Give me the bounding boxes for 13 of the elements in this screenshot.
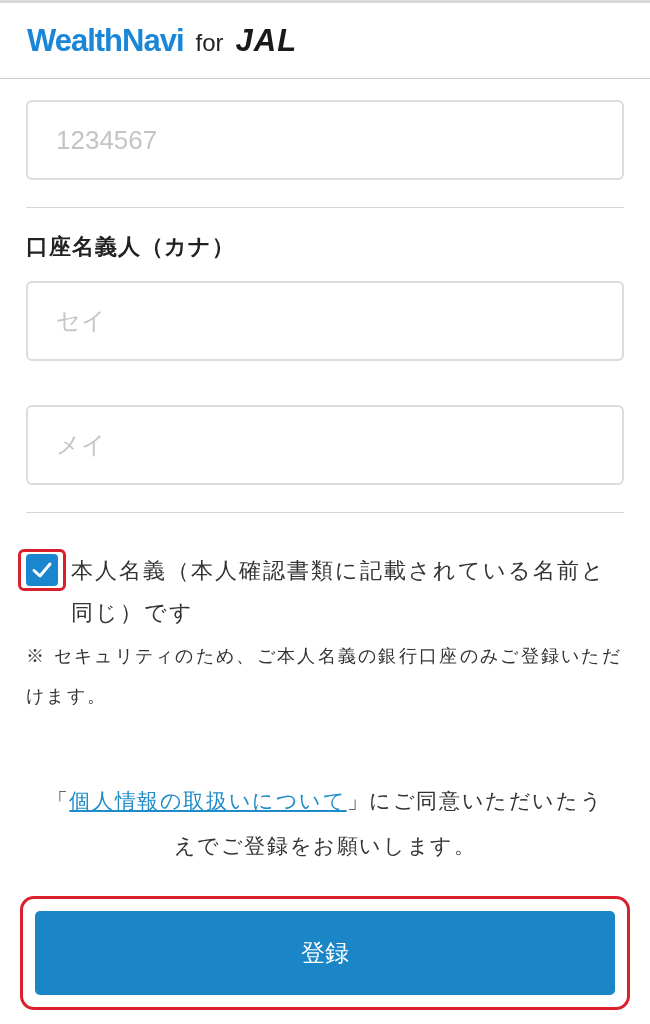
privacy-policy-link[interactable]: 個人情報の取扱いについて xyxy=(69,789,347,812)
logo-for-text: for xyxy=(195,30,224,55)
checkbox[interactable] xyxy=(26,554,58,586)
consent-text: 「個人情報の取扱いについて」にご同意いただいたうえでご登録をお願いします。 xyxy=(45,788,605,859)
kana-name-field[interactable]: メイ xyxy=(26,405,624,485)
brand-logo: WealthNavi xyxy=(27,25,184,56)
register-button[interactable]: 登録 xyxy=(35,911,615,995)
same-name-label: 本人名義（本人確認書類に記載されている名前と同じ）です xyxy=(71,557,607,627)
account-number-field[interactable]: 1234567 xyxy=(26,100,624,180)
kana-name-field[interactable]: セイ xyxy=(26,281,624,361)
security-note: ※ セキュリティのため、ご本人名義の銀行口座のみご登録いただけます。 xyxy=(26,645,623,708)
partner-logo: JAL xyxy=(235,25,298,56)
field-label: 口座名義人（カナ） xyxy=(26,233,236,261)
